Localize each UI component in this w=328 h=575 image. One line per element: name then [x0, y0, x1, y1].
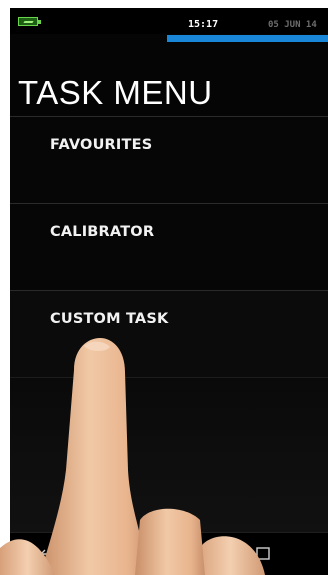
- task-menu-list: FAVOURITES CALIBRATOR CUSTOM TASK: [10, 116, 328, 377]
- progress-fill: [167, 35, 328, 42]
- navigation-bar: [10, 532, 328, 575]
- menu-item-label: CALIBRATOR: [50, 224, 155, 240]
- menu-item-custom-task[interactable]: CUSTOM TASK: [10, 290, 328, 377]
- back-arrow-icon[interactable]: [40, 549, 54, 561]
- charging-bolt: [23, 21, 34, 23]
- menu-item-favourites[interactable]: FAVOURITES: [10, 116, 328, 203]
- empty-list-area: [10, 377, 328, 533]
- battery-charging-icon: [18, 17, 41, 26]
- progress-bar: [167, 35, 328, 42]
- recent-apps-icon[interactable]: [256, 547, 270, 560]
- status-date: 05 JUN 14: [268, 20, 317, 30]
- status-time: 15:17: [188, 19, 219, 30]
- menu-item-calibrator[interactable]: CALIBRATOR: [10, 203, 328, 290]
- menu-item-label: CUSTOM TASK: [50, 311, 169, 327]
- page-title: TASK MENU: [18, 74, 213, 111]
- status-bar: 15:17 05 JUN 14: [10, 8, 328, 34]
- device-screen: 15:17 05 JUN 14 TASK MENU FAVOURITES CAL…: [10, 8, 328, 575]
- menu-item-label: FAVOURITES: [50, 137, 153, 153]
